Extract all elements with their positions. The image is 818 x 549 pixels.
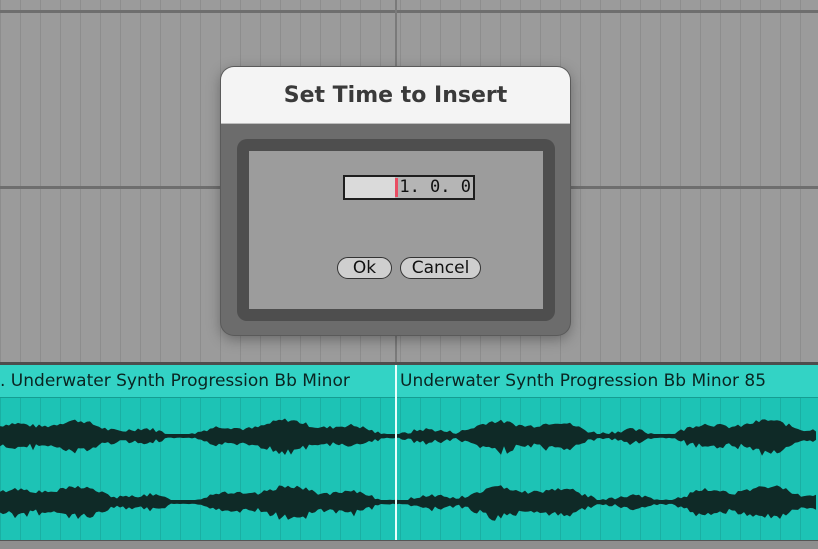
waveform-right-channel xyxy=(0,485,816,521)
clip-waveform-area[interactable] xyxy=(0,398,818,543)
waveform-left-channel xyxy=(0,418,816,456)
dialog-title-bar[interactable]: Set Time to Insert xyxy=(221,67,570,124)
dialog-frame: 1. 0. 0 Ok Cancel xyxy=(237,139,555,321)
clip-name-1: . Underwater Synth Progression Bb Minor xyxy=(0,371,350,391)
clip-name-2: Underwater Synth Progression Bb Minor 85 xyxy=(400,371,767,391)
clip-header[interactable]: . Underwater Synth Progression Bb Minor … xyxy=(0,365,818,398)
set-time-dialog: Set Time to Insert 1. 0. 0 Ok Cancel xyxy=(221,67,570,335)
time-input[interactable]: 1. 0. 0 xyxy=(343,175,475,200)
dialog-panel: 1. 0. 0 Ok Cancel xyxy=(249,151,543,309)
track-divider xyxy=(0,10,818,13)
clip-boundary xyxy=(395,365,397,543)
time-input-edit-region xyxy=(345,177,395,198)
cancel-button[interactable]: Cancel xyxy=(400,257,481,279)
dialog-title: Set Time to Insert xyxy=(283,82,508,108)
text-cursor xyxy=(395,178,398,197)
audio-track[interactable]: . Underwater Synth Progression Bb Minor … xyxy=(0,362,818,543)
time-value: 1. 0. 0 xyxy=(399,177,471,197)
ok-button[interactable]: Ok xyxy=(337,257,392,279)
